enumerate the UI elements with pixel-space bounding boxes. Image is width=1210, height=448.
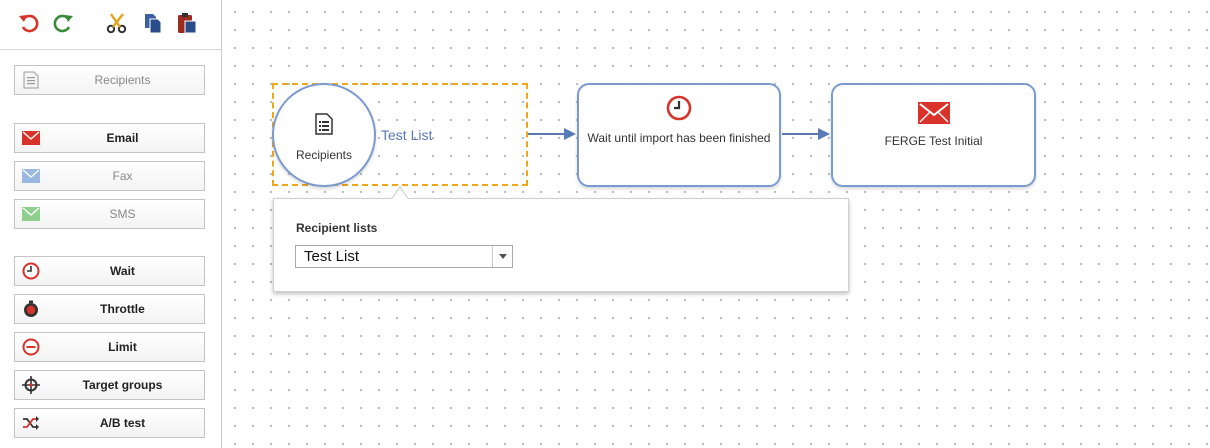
popup-title: Recipient lists xyxy=(296,221,378,235)
stopwatch-icon xyxy=(21,300,41,318)
palette-label: Fax xyxy=(112,169,133,183)
palette-fax[interactable]: Fax xyxy=(14,161,205,191)
minus-circle-icon xyxy=(21,338,41,356)
palette-label: SMS xyxy=(109,207,136,221)
email-node[interactable]: FERGE Test Initial xyxy=(831,83,1036,187)
copy-button[interactable] xyxy=(140,10,166,36)
envelope-icon xyxy=(21,205,41,223)
undo-icon xyxy=(19,14,39,33)
undo-button[interactable] xyxy=(16,10,42,36)
copy-icon xyxy=(145,14,162,34)
palette-email[interactable]: Email xyxy=(14,123,205,153)
palette-label: Throttle xyxy=(100,302,145,316)
clock-icon xyxy=(21,262,41,280)
envelope-icon xyxy=(21,129,41,147)
palette-ab-test[interactable]: A/B test xyxy=(14,408,205,438)
envelope-icon xyxy=(917,102,950,127)
connector-arrow xyxy=(782,128,830,140)
list-icon xyxy=(21,71,41,89)
recipients-node[interactable]: Recipients xyxy=(272,83,376,187)
connector-arrow xyxy=(528,128,576,140)
palette-label: A/B test xyxy=(99,416,146,430)
redo-icon xyxy=(53,14,73,33)
palette-target-groups[interactable]: Target groups xyxy=(14,370,205,400)
shuffle-icon xyxy=(21,414,41,432)
cut-button[interactable] xyxy=(104,10,130,36)
palette-label: Wait xyxy=(110,264,135,278)
wait-node[interactable]: Wait until import has been finished xyxy=(577,83,781,187)
palette-label: Target groups xyxy=(82,378,163,392)
palette-recipients[interactable]: Recipients xyxy=(14,65,205,95)
paste-button[interactable] xyxy=(174,10,200,36)
palette-label: Recipients xyxy=(94,73,151,87)
recipients-list-name[interactable]: Test List xyxy=(381,127,432,143)
recipient-list-select[interactable]: Test List xyxy=(295,245,513,268)
palette-limit[interactable]: Limit xyxy=(14,332,205,362)
palette-label: Email xyxy=(106,131,139,145)
scissors-icon xyxy=(106,13,127,34)
select-value: Test List xyxy=(304,248,360,265)
redo-button[interactable] xyxy=(50,10,76,36)
email-node-label: FERGE Test Initial xyxy=(884,134,983,148)
wait-node-label: Wait until import has been finished xyxy=(587,131,771,145)
crosshair-icon xyxy=(21,376,41,394)
palette-label: Limit xyxy=(108,340,137,354)
recipient-lists-popup: Recipient lists Test List xyxy=(273,198,849,292)
recipients-node-label: Recipients xyxy=(295,148,353,162)
list-icon xyxy=(315,113,333,138)
palette-throttle[interactable]: Throttle xyxy=(14,294,205,324)
popup-caret-inner xyxy=(392,188,408,199)
envelope-icon xyxy=(21,167,41,185)
chevron-down-icon[interactable] xyxy=(492,246,512,267)
palette-wait[interactable]: Wait xyxy=(14,256,205,286)
toolbar xyxy=(0,0,222,50)
clipboard-icon xyxy=(178,13,197,34)
palette-sms[interactable]: SMS xyxy=(14,199,205,229)
sidebar: Recipients Email Fax SMS Wait Throttle L… xyxy=(0,0,222,448)
clock-icon xyxy=(666,95,692,124)
